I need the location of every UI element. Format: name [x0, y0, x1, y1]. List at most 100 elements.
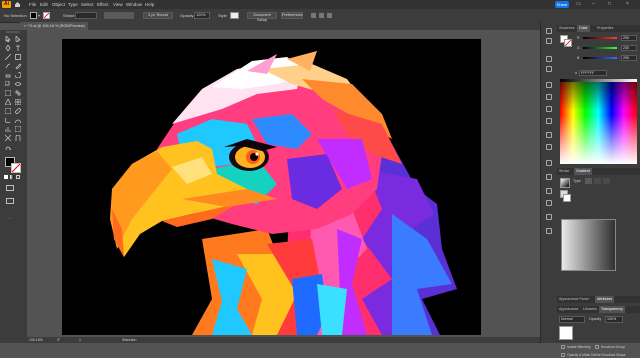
hand-icon[interactable]	[15, 135, 21, 141]
tab-stroke[interactable]: Stroke	[557, 168, 571, 175]
artboard-number[interactable]: 1	[79, 337, 81, 343]
color-mode-icon[interactable]	[4, 175, 8, 179]
gradient-stroke-swatch[interactable]	[563, 194, 571, 202]
color-stroke-swatch[interactable]	[564, 39, 572, 47]
arrange-docs-icon[interactable]	[327, 13, 332, 18]
gradient-preview[interactable]	[561, 219, 616, 271]
artboards-icon[interactable]	[546, 160, 552, 166]
tab-color[interactable]: Color	[577, 25, 590, 32]
share-button[interactable]: Share	[555, 1, 569, 8]
rotate-icon[interactable]	[15, 72, 21, 78]
knockout-group-option[interactable]: Knockout Group	[595, 345, 635, 350]
linear-gradient-icon[interactable]	[585, 178, 592, 184]
blend-mode-select[interactable]: Normal	[559, 316, 585, 323]
symbols-icon[interactable]	[546, 66, 552, 72]
libraries-icon[interactable]	[546, 188, 552, 194]
eraser-icon[interactable]	[5, 72, 11, 78]
document-setup-button[interactable]: Document Setup	[247, 12, 277, 22]
home-icon[interactable]	[14, 1, 21, 8]
toolbar-grip[interactable]	[6, 31, 20, 33]
symbol-icon[interactable]	[15, 117, 21, 123]
stroke-swatch[interactable]	[43, 12, 50, 19]
color-spectrum[interactable]	[560, 82, 637, 164]
slice-icon[interactable]	[5, 135, 11, 141]
isolate-blending-option[interactable]: Isolate Blending	[561, 345, 596, 350]
document-tab[interactable]: × **2.ai @ 106.16 % (RGB/Preview)	[20, 22, 88, 30]
direct-select-icon[interactable]	[15, 36, 21, 42]
transform-panel-icon[interactable]	[546, 228, 552, 234]
graphic-style-swatch[interactable]	[230, 12, 239, 19]
layers-icon[interactable]	[546, 144, 552, 150]
hex-input[interactable]: FFFFFF	[579, 70, 607, 76]
gradient-mode-icon[interactable]	[10, 175, 14, 179]
shape-builder-icon[interactable]	[15, 90, 21, 96]
menu-object[interactable]: Object	[52, 1, 65, 8]
pencil-icon[interactable]	[15, 63, 21, 69]
color-guide-icon[interactable]	[546, 38, 552, 44]
zoom-icon[interactable]	[5, 144, 11, 150]
gradient-panel-icon[interactable]	[546, 94, 552, 100]
menu-window[interactable]: Window	[126, 1, 142, 8]
pen-icon[interactable]	[5, 45, 11, 51]
links-icon[interactable]	[546, 174, 552, 180]
tab-appearance-panel[interactable]: Appearance Panel	[557, 296, 591, 303]
eyedropper-icon[interactable]	[15, 108, 21, 114]
gradient-icon[interactable]	[5, 108, 11, 114]
align-icon[interactable]	[311, 13, 316, 18]
rotation-value[interactable]: 0°	[57, 337, 60, 343]
artboard[interactable]	[62, 39, 481, 335]
slider-b[interactable]	[583, 57, 617, 59]
menu-edit[interactable]: Edit	[40, 1, 48, 8]
free-transform-icon[interactable]	[5, 90, 11, 96]
chevron-down-icon[interactable]: ▾	[38, 13, 41, 18]
brushes-icon[interactable]	[546, 56, 552, 62]
slider-value-b[interactable]: 255	[621, 55, 637, 61]
align-panel-icon[interactable]	[546, 200, 552, 206]
tab-gradient[interactable]: Gradient	[574, 168, 592, 175]
pathfinder-icon[interactable]	[546, 214, 552, 220]
variable-width-profile[interactable]	[104, 12, 134, 19]
fill-swatch[interactable]	[30, 12, 37, 19]
brush-icon[interactable]	[5, 63, 11, 69]
opacity-field[interactable]: 100%	[194, 12, 210, 19]
brush-definition[interactable]: 3 pt. Round	[143, 12, 173, 19]
graph-icon[interactable]	[5, 126, 11, 132]
minimize-icon[interactable]: –	[590, 1, 597, 8]
tab-properties[interactable]: Properties	[595, 25, 615, 32]
perspective-icon[interactable]	[5, 99, 11, 105]
opacity-mask-option[interactable]: Opacity & Mask Define Knockout Shape	[561, 353, 638, 358]
type-icon[interactable]	[15, 45, 21, 51]
maximize-icon[interactable]: □	[606, 1, 613, 8]
menu-file[interactable]: File	[29, 1, 36, 8]
slider-g[interactable]	[583, 47, 617, 49]
tab-libraries[interactable]: Libraries	[581, 306, 599, 313]
blend-icon[interactable]	[5, 117, 11, 123]
menu-help[interactable]: Help	[145, 1, 154, 8]
warp-icon[interactable]	[15, 81, 21, 87]
menu-view[interactable]: View	[113, 1, 123, 8]
menu-select[interactable]: Select	[81, 1, 94, 8]
draw-mode-icon[interactable]	[6, 185, 14, 191]
line-icon[interactable]	[5, 54, 11, 60]
stroke-panel-icon[interactable]	[546, 82, 552, 88]
transform-icon[interactable]	[319, 13, 324, 18]
color-panel-icon[interactable]	[546, 28, 552, 34]
artboard-icon[interactable]	[15, 126, 21, 132]
scale-icon[interactable]	[5, 81, 11, 87]
slider-value-r[interactable]: 255	[621, 35, 637, 41]
menu-type[interactable]: Type	[68, 1, 78, 8]
radial-gradient-icon[interactable]	[594, 178, 601, 184]
preferences-button[interactable]: Preferences	[281, 12, 303, 19]
gradient-swatch[interactable]	[560, 178, 570, 188]
stroke-color-swatch[interactable]	[11, 163, 21, 173]
graphic-styles-icon[interactable]	[546, 132, 552, 138]
freeform-gradient-icon[interactable]	[603, 178, 610, 184]
appearance-panel-icon[interactable]	[546, 118, 552, 124]
slider-r[interactable]	[583, 37, 617, 39]
arrow-icon[interactable]	[5, 36, 11, 42]
tab-swatches[interactable]: Swatches	[557, 25, 577, 32]
arrange-icon[interactable]: ▭	[575, 1, 582, 8]
transparency-thumbnail[interactable]	[559, 326, 573, 340]
zoom-level[interactable]: 106.16%	[29, 337, 43, 343]
mesh-icon[interactable]	[15, 99, 21, 105]
